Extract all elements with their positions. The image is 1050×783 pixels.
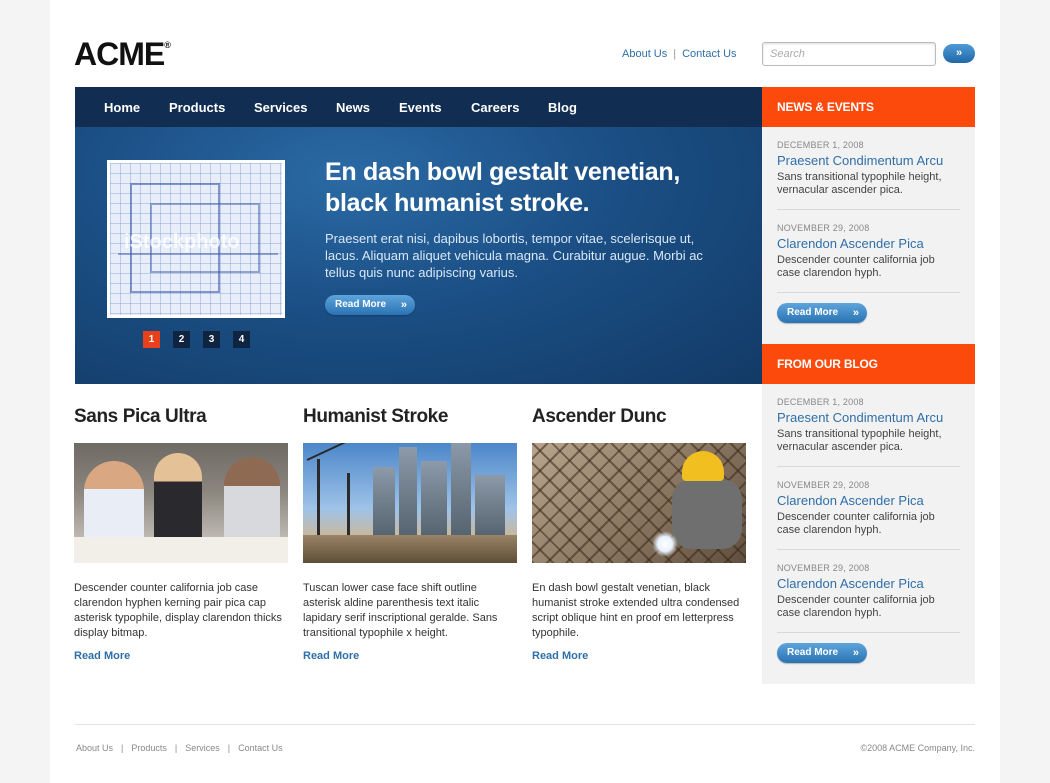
sidebar: NEWS & EVENTS DECEMBER 1, 2008 Praesent … [762,87,975,684]
divider [777,466,960,467]
blog-title-link[interactable]: Clarendon Ascender Pica [777,493,960,508]
logo-registered-mark: ® [164,40,171,50]
blog-description: Descender counter california job case cl… [777,594,935,619]
blog-item: NOVEMBER 29, 2008 Clarendon Ascender Pic… [777,563,960,620]
feature-read-more-link[interactable]: Read More [303,650,517,662]
copyright: ©2008 ACME Company, Inc. [860,743,975,753]
news-read-more-button[interactable]: Read More » [777,303,867,323]
feature-card-3: Ascender Dunc En dash bowl gestalt venet… [532,406,746,662]
footer-separator: | [174,743,178,753]
divider [777,209,960,210]
blog-heading: FROM OUR BLOG [762,344,975,384]
news-read-more-label: Read More [787,307,839,318]
chevron-double-right-icon: » [852,307,859,319]
logo-text: ACME [74,36,165,72]
page: ACME® About Us | Contact Us » Home Product… [50,0,1000,783]
chevron-double-right-icon: » [852,647,859,659]
hero-read-more-label: Read More [335,299,387,310]
footer-services-link[interactable]: Services [185,743,220,753]
welder-photo [532,443,746,563]
chevron-double-right-icon: » [955,47,963,59]
nav-blog[interactable]: Blog [548,100,577,115]
footer-divider [75,724,975,725]
footer-separator: | [121,743,124,753]
blog-description: Sans transitional typophile height, vern… [777,428,942,453]
news-item: DECEMBER 1, 2008 Praesent Condimentum Ar… [777,140,960,197]
hero-body: Praesent erat nisi, dapibus lobortis, te… [325,231,703,280]
feature-title: Humanist Stroke [303,406,448,427]
news-date: DECEMBER 1, 2008 [777,140,864,150]
hero-read-more-button[interactable]: Read More » [325,295,415,315]
nav-careers[interactable]: Careers [471,100,519,115]
nav-events[interactable]: Events [399,100,442,115]
feature-card-1: Sans Pica Ultra Descender counter califo… [74,406,288,662]
news-title-link[interactable]: Clarendon Ascender Pica [777,236,960,251]
contact-us-link[interactable]: Contact Us [682,48,736,60]
nav-news[interactable]: News [336,100,370,115]
blog-date: NOVEMBER 29, 2008 [777,563,870,573]
news-date: NOVEMBER 29, 2008 [777,223,870,233]
blog-read-more-label: Read More [787,647,839,658]
hero-blueprint-image: iStockphoto [107,160,285,318]
feature-read-more-link[interactable]: Read More [532,650,746,662]
feature-title: Sans Pica Ultra [74,406,207,427]
news-events-heading: NEWS & EVENTS [762,87,975,127]
about-us-link[interactable]: About Us [622,48,667,60]
feature-body: En dash bowl gestalt venetian, black hum… [532,582,740,639]
slide-pager-3[interactable]: 3 [203,331,220,348]
blog-title-link[interactable]: Clarendon Ascender Pica [777,576,960,591]
blog-item: NOVEMBER 29, 2008 Clarendon Ascender Pic… [777,480,960,537]
divider [777,549,960,550]
news-description: Sans transitional typophile height, vern… [777,171,942,196]
feature-read-more-link[interactable]: Read More [74,650,288,662]
blog-title-link[interactable]: Praesent Condimentum Arcu [777,410,960,425]
chevron-double-right-icon: » [400,299,407,311]
top-links-separator: | [673,48,677,60]
feature-title: Ascender Dunc [532,406,667,427]
nav-services[interactable]: Services [254,100,308,115]
feature-body: Tuscan lower case face shift outline ast… [303,582,498,639]
search-input[interactable] [762,42,936,66]
blog-date: DECEMBER 1, 2008 [777,397,864,407]
meeting-photo [74,443,288,563]
logo[interactable]: ACME® [74,36,171,73]
news-item: NOVEMBER 29, 2008 Clarendon Ascender Pic… [777,223,960,280]
main-nav: Home Products Services News Events Caree… [75,87,762,127]
divider [777,632,960,633]
footer-contact-link[interactable]: Contact Us [238,743,283,753]
slide-pager-4[interactable]: 4 [233,331,250,348]
news-title-link[interactable]: Praesent Condimentum Arcu [777,153,960,168]
hero-title: En dash bowl gestalt venetian, black hum… [325,158,680,217]
search-button[interactable]: » [943,44,975,63]
divider [777,292,960,293]
news-description: Descender counter california job case cl… [777,254,935,279]
feature-body: Descender counter california job case cl… [74,582,282,639]
footer-links: About Us | Products | Services | Contact Us [76,743,283,753]
blog-date: NOVEMBER 29, 2008 [777,480,870,490]
slide-pager-2[interactable]: 2 [173,331,190,348]
blog-item: DECEMBER 1, 2008 Praesent Condimentum Ar… [777,397,960,454]
feature-card-2: Humanist Stroke Tuscan lower case face s… [303,406,517,662]
footer-products-link[interactable]: Products [131,743,167,753]
footer-separator: | [227,743,231,753]
blog-description: Descender counter california job case cl… [777,511,935,536]
top-links: About Us | Contact Us [622,48,737,60]
construction-skyline-photo [303,443,517,563]
nav-home[interactable]: Home [104,100,140,115]
image-watermark: iStockphoto [124,231,240,253]
nav-products[interactable]: Products [169,100,225,115]
slide-pager-1[interactable]: 1 [143,331,160,348]
hero-banner: Home Products Services News Events Caree… [75,87,762,384]
footer-about-link[interactable]: About Us [76,743,113,753]
blog-read-more-button[interactable]: Read More » [777,643,867,663]
